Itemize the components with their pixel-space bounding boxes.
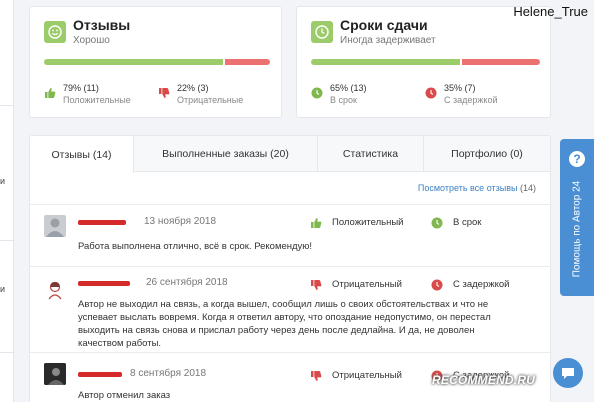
- clock-icon: [431, 278, 443, 296]
- divider: [0, 240, 14, 241]
- avatar: [44, 363, 66, 385]
- tab-statistics[interactable]: Статистика: [318, 136, 424, 172]
- review-text: Автор отменил заказ: [78, 390, 171, 401]
- tab-portfolio[interactable]: Портфолио (0): [424, 136, 550, 172]
- thumbs-down-icon: [310, 369, 322, 387]
- help-tab-label: Помощь по Автор 24: [571, 180, 583, 278]
- review-rating: Отрицательный: [332, 279, 402, 290]
- see-all-reviews-link[interactable]: Посмотреть все отзывы (14): [418, 183, 536, 193]
- help-side-tab[interactable]: ? Помощь по Автор 24: [560, 139, 594, 296]
- thumbs-up-icon: [44, 86, 56, 104]
- tab-reviews[interactable]: Отзывы (14): [30, 136, 134, 173]
- review-text: Работа выполнена отлично, всё в срок. Ре…: [78, 241, 313, 252]
- review-date: 13 ноября 2018: [144, 216, 217, 227]
- review-date: 26 сентября 2018: [146, 277, 228, 288]
- thumbs-down-icon: [158, 86, 170, 104]
- tab-completed-orders[interactable]: Выполненные заказы (20): [134, 136, 318, 172]
- redacted-author-name: [78, 281, 130, 286]
- avatar: [44, 215, 66, 237]
- clock-icon: [311, 21, 333, 43]
- negative-percent: 22% (3): [177, 83, 209, 93]
- positive-label: Положительные: [63, 95, 131, 105]
- username-label: Helene_True: [513, 4, 588, 19]
- ontime-label: В срок: [330, 95, 357, 105]
- left-sidebar-strip: и и: [0, 0, 14, 402]
- redacted-author-name: [78, 372, 122, 377]
- review-timing: В срок: [453, 217, 482, 228]
- late-label: С задержкой: [444, 95, 498, 105]
- late-fill: [461, 59, 540, 65]
- divider: [0, 105, 14, 106]
- chat-bubble-icon: [562, 368, 574, 379]
- review-date: 8 сентября 2018: [130, 368, 207, 379]
- reviews-subtitle: Хорошо: [73, 35, 110, 46]
- watermark: RECOMMEND.RU: [432, 373, 536, 387]
- review-text: Автор не выходил на связь, а когда вышел…: [78, 299, 491, 349]
- question-icon: ?: [569, 151, 585, 167]
- deadline-subtitle: Иногда задерживает: [340, 35, 436, 46]
- ontime-fill: [311, 59, 460, 65]
- late-percent: 35% (7): [444, 83, 476, 93]
- clock-icon: [425, 86, 437, 104]
- review-rating: Отрицательный: [332, 370, 402, 381]
- deadline-title: Сроки сдачи: [340, 17, 428, 33]
- deadline-summary-card: Сроки сдачи Иногда задерживает 65% (13) …: [296, 6, 551, 118]
- negative-fill: [224, 59, 270, 65]
- ontime-percent: 65% (13): [330, 83, 367, 93]
- review-item: 13 ноября 2018 Положительный В срок Рабо…: [30, 204, 550, 266]
- reviews-summary-card: Отзывы Хорошо 79% (11) Положительные 22%…: [29, 6, 282, 118]
- see-all-count: (14): [519, 183, 536, 193]
- see-all-label: Посмотреть все отзывы: [417, 183, 518, 193]
- negative-label: Отрицательные: [177, 95, 244, 105]
- divider: [0, 352, 14, 353]
- thumbs-down-icon: [310, 278, 322, 296]
- cut-off-text: и: [0, 284, 6, 294]
- smile-icon: [44, 21, 66, 43]
- review-timing: С задержкой: [453, 279, 510, 290]
- tab-bar: Отзывы (14) Выполненные заказы (20) Стат…: [30, 136, 550, 173]
- thumbs-up-icon: [310, 216, 322, 234]
- positive-fill: [44, 59, 223, 65]
- clock-icon: [431, 216, 443, 234]
- reviews-ratio-bar: [44, 59, 270, 65]
- chat-button[interactable]: [553, 358, 583, 388]
- review-item: 26 сентября 2018 Отрицательный С задержк…: [30, 266, 550, 352]
- deadline-ratio-bar: [311, 59, 540, 65]
- avatar: [44, 279, 66, 301]
- positive-percent: 79% (11): [63, 83, 99, 93]
- reviews-title: Отзывы: [73, 17, 131, 33]
- clock-icon: [311, 86, 323, 104]
- reviews-panel: Отзывы (14) Выполненные заказы (20) Стат…: [29, 135, 551, 402]
- cut-off-text: и: [0, 176, 6, 186]
- review-rating: Положительный: [332, 217, 404, 228]
- redacted-author-name: [78, 220, 126, 225]
